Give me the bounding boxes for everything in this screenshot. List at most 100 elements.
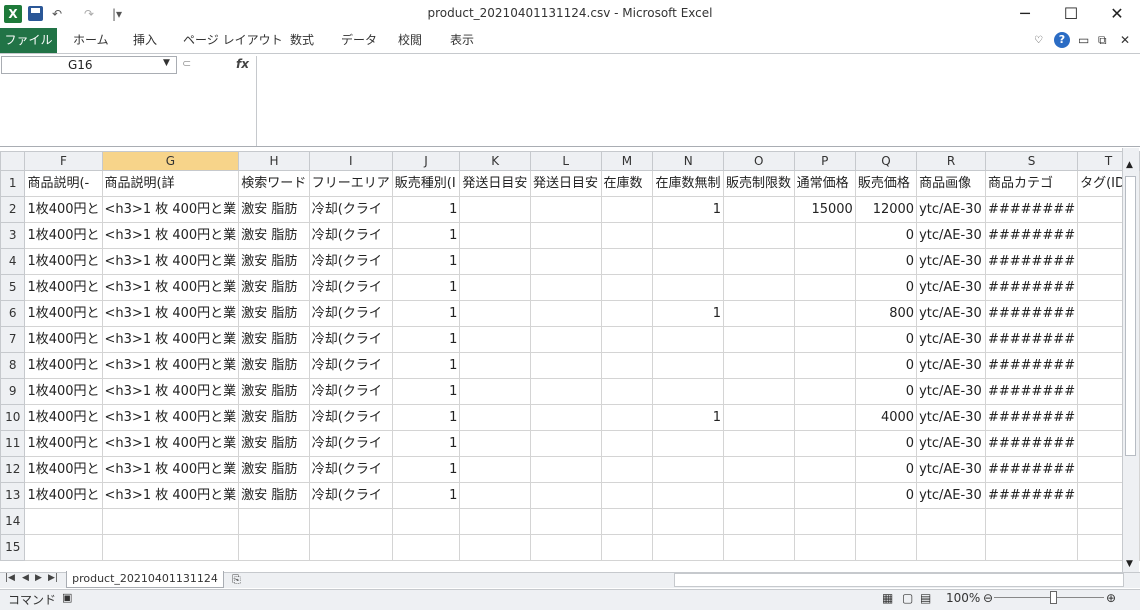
cell-k4[interactable] xyxy=(459,248,531,275)
cell-g9[interactable]: <h3>1 枚 400円と業 xyxy=(101,378,240,405)
cell-n3[interactable] xyxy=(652,222,724,249)
cell-l3[interactable] xyxy=(529,222,602,249)
sheet-tab[interactable]: product_20210401131124 xyxy=(66,571,224,588)
cell-f2[interactable]: 1枚400円と xyxy=(24,196,103,223)
cell-k15[interactable] xyxy=(459,534,531,561)
macro-record-icon[interactable]: ▣ xyxy=(62,591,72,604)
column-header-o[interactable]: O xyxy=(723,151,795,171)
cell-j9[interactable]: 1 xyxy=(391,378,461,405)
cell-q4[interactable]: 0 xyxy=(854,248,918,275)
tab-home[interactable]: ホーム xyxy=(73,28,109,53)
column-header-q[interactable]: Q xyxy=(854,151,918,171)
cell-h15[interactable] xyxy=(238,534,310,561)
cell-l14[interactable] xyxy=(529,508,602,535)
row-header[interactable]: 3 xyxy=(0,222,26,249)
cell-s3[interactable]: ######## xyxy=(984,222,1079,249)
cell-r9[interactable]: ytc/AE-30 xyxy=(916,378,986,405)
cell-f1[interactable]: 商品説明(- xyxy=(24,170,103,197)
cell-k2[interactable] xyxy=(459,196,531,223)
page-layout-view-icon[interactable]: ▢ xyxy=(902,591,913,605)
cell-q12[interactable]: 0 xyxy=(854,456,918,483)
cell-f14[interactable] xyxy=(24,508,103,535)
cell-j1[interactable]: 販売種別(I xyxy=(391,170,461,197)
column-header-n[interactable]: N xyxy=(652,151,724,171)
cell-i13[interactable]: 冷却(クライ xyxy=(308,482,393,509)
cell-n6[interactable]: 1 xyxy=(652,300,724,327)
cell-m4[interactable] xyxy=(600,248,654,275)
cell-h3[interactable]: 激安 脂肪 xyxy=(238,222,310,249)
cell-g4[interactable]: <h3>1 枚 400円と業 xyxy=(101,248,240,275)
cell-h10[interactable]: 激安 脂肪 xyxy=(238,404,310,431)
scroll-up-icon[interactable]: ▲ xyxy=(1126,160,1133,170)
cell-p10[interactable] xyxy=(793,404,856,431)
cell-j11[interactable]: 1 xyxy=(391,430,461,457)
cell-r2[interactable]: ytc/AE-30 xyxy=(916,196,986,223)
cell-p8[interactable] xyxy=(793,352,856,379)
cell-q2[interactable]: 12000 xyxy=(854,196,918,223)
cell-p2[interactable]: 15000 xyxy=(793,196,856,223)
cell-p4[interactable] xyxy=(793,248,856,275)
cell-l15[interactable] xyxy=(529,534,602,561)
cell-j5[interactable]: 1 xyxy=(391,274,461,301)
cell-r8[interactable]: ytc/AE-30 xyxy=(916,352,986,379)
cell-o7[interactable] xyxy=(723,326,795,353)
row-header[interactable]: 14 xyxy=(0,508,26,535)
cell-m14[interactable] xyxy=(600,508,654,535)
cell-q11[interactable]: 0 xyxy=(854,430,918,457)
cell-p14[interactable] xyxy=(793,508,856,535)
cell-j7[interactable]: 1 xyxy=(391,326,461,353)
cell-l11[interactable] xyxy=(529,430,602,457)
formula-bar-resize-icon[interactable]: ⊂ xyxy=(182,57,191,70)
cell-h11[interactable]: 激安 脂肪 xyxy=(238,430,310,457)
cell-k8[interactable] xyxy=(459,352,531,379)
row-header[interactable]: 9 xyxy=(0,378,26,405)
cell-o10[interactable] xyxy=(723,404,795,431)
row-header[interactable]: 6 xyxy=(0,300,26,327)
cell-o11[interactable] xyxy=(723,430,795,457)
row-header[interactable]: 11 xyxy=(0,430,26,457)
cell-s8[interactable]: ######## xyxy=(984,352,1079,379)
cell-j14[interactable] xyxy=(391,508,461,535)
cell-m6[interactable] xyxy=(600,300,654,327)
maximize-button[interactable]: ☐ xyxy=(1048,2,1094,26)
vertical-scroll-thumb[interactable] xyxy=(1125,176,1136,456)
column-header-s[interactable]: S xyxy=(984,151,1079,171)
workbook-minimize-icon[interactable]: ▭ xyxy=(1078,28,1089,53)
cell-i12[interactable]: 冷却(クライ xyxy=(308,456,393,483)
cell-l13[interactable] xyxy=(529,482,602,509)
cell-r11[interactable]: ytc/AE-30 xyxy=(916,430,986,457)
cell-m7[interactable] xyxy=(600,326,654,353)
cell-m3[interactable] xyxy=(600,222,654,249)
cell-o15[interactable] xyxy=(723,534,795,561)
cell-i14[interactable] xyxy=(308,508,393,535)
cell-m13[interactable] xyxy=(600,482,654,509)
cell-i8[interactable]: 冷却(クライ xyxy=(308,352,393,379)
cell-l5[interactable] xyxy=(529,274,602,301)
tab-review[interactable]: 校閲 xyxy=(398,28,422,53)
cell-l10[interactable] xyxy=(529,404,602,431)
cell-o9[interactable] xyxy=(723,378,795,405)
cell-q3[interactable]: 0 xyxy=(854,222,918,249)
cell-q5[interactable]: 0 xyxy=(854,274,918,301)
cell-k6[interactable] xyxy=(459,300,531,327)
column-header-g[interactable]: G xyxy=(101,151,240,171)
cell-n13[interactable] xyxy=(652,482,724,509)
tab-data[interactable]: データ xyxy=(341,28,377,53)
cell-m1[interactable]: 在庫数 xyxy=(600,170,654,197)
cell-m15[interactable] xyxy=(600,534,654,561)
cell-n11[interactable] xyxy=(652,430,724,457)
row-header[interactable]: 13 xyxy=(0,482,26,509)
cell-s6[interactable]: ######## xyxy=(984,300,1079,327)
cell-j3[interactable]: 1 xyxy=(391,222,461,249)
cell-h9[interactable]: 激安 脂肪 xyxy=(238,378,310,405)
cell-q8[interactable]: 0 xyxy=(854,352,918,379)
cell-g2[interactable]: <h3>1 枚 400円と業 xyxy=(101,196,240,223)
cell-q13[interactable]: 0 xyxy=(854,482,918,509)
cell-k11[interactable] xyxy=(459,430,531,457)
cell-h14[interactable] xyxy=(238,508,310,535)
cell-p7[interactable] xyxy=(793,326,856,353)
cell-q7[interactable]: 0 xyxy=(854,326,918,353)
cell-g5[interactable]: <h3>1 枚 400円と業 xyxy=(101,274,240,301)
zoom-out-button[interactable]: ⊖ xyxy=(983,591,993,605)
cell-k3[interactable] xyxy=(459,222,531,249)
